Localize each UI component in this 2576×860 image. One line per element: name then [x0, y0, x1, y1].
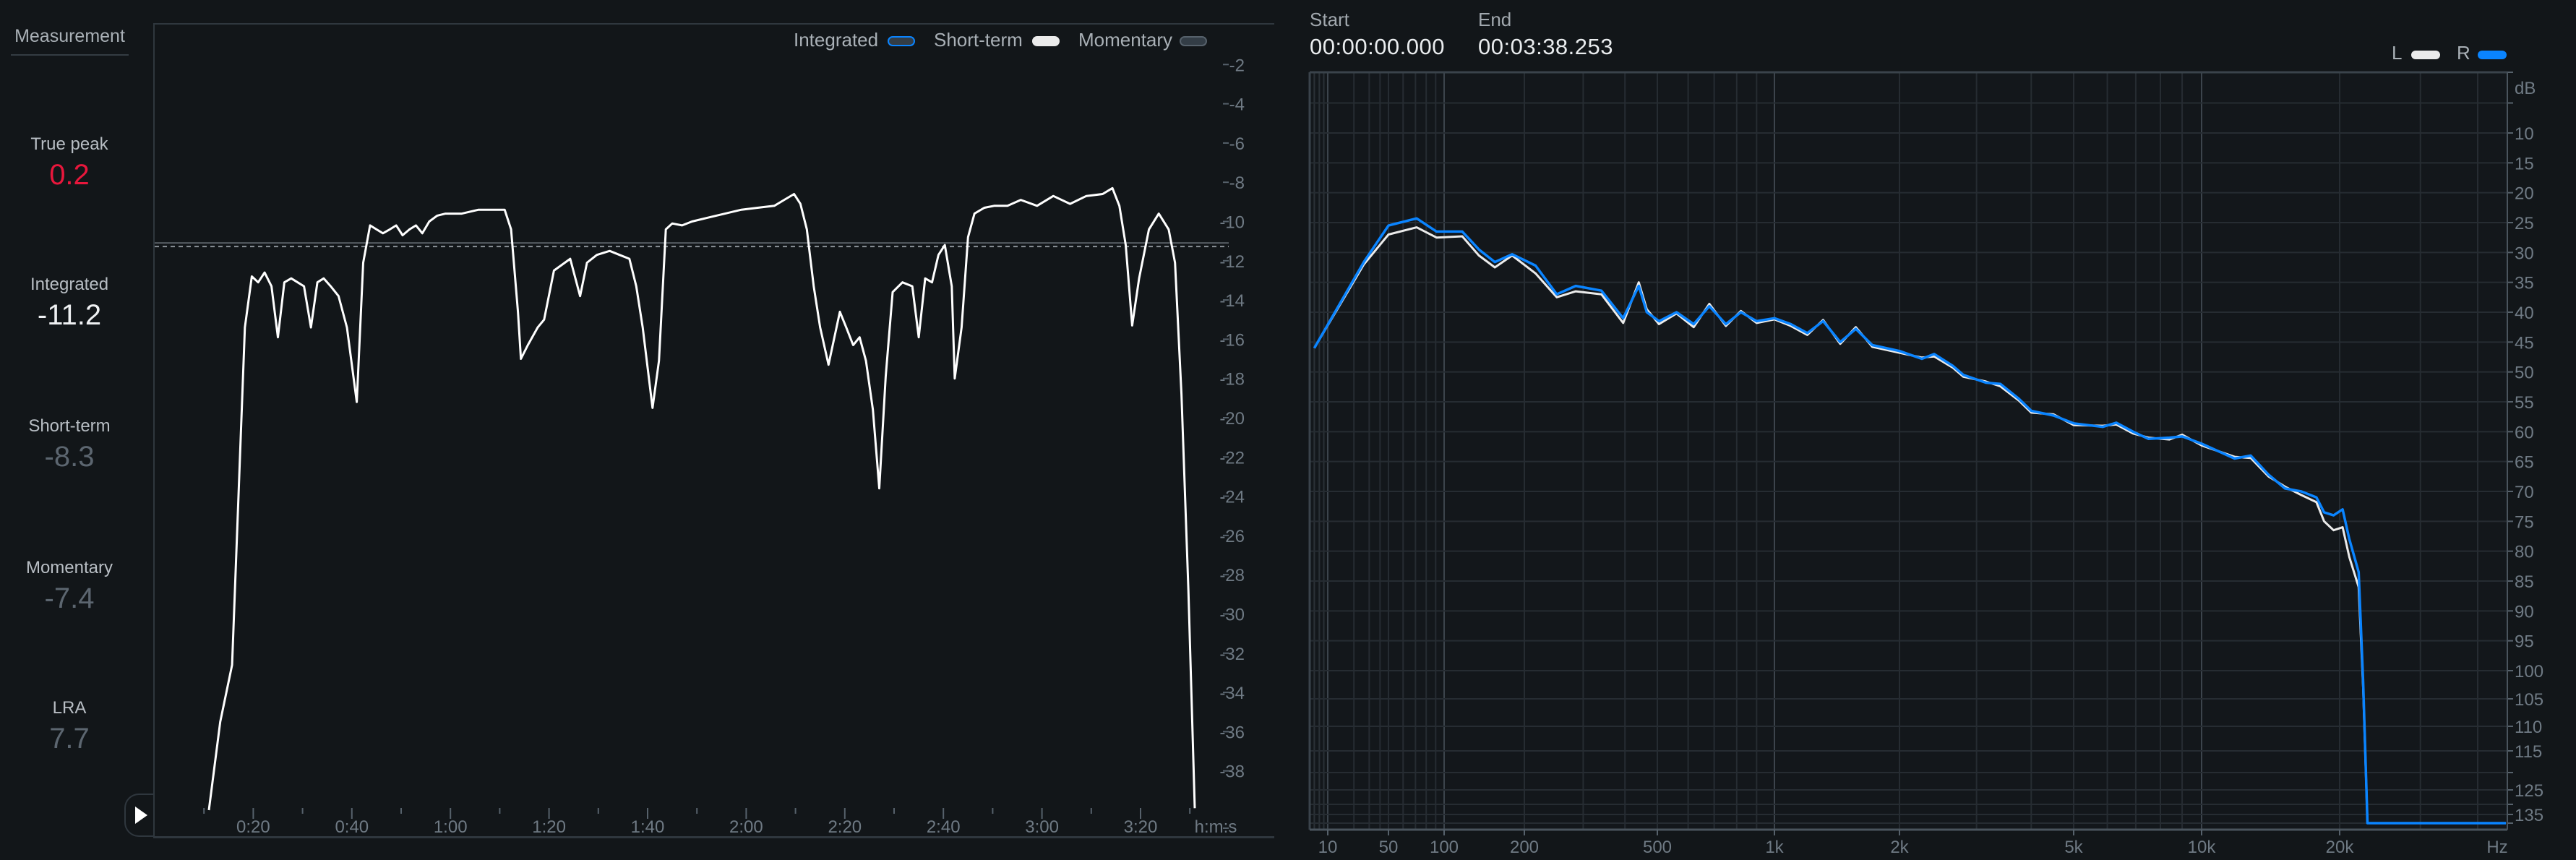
- y-tick-label: 105: [2515, 690, 2543, 710]
- x-tick-label: 10k: [2188, 838, 2217, 857]
- spectrum-chart: dB 10 15 20 25 30 35 40 45 50 55 60 65 70 75 80 85 90 95 10…: [1308, 71, 2543, 857]
- y-tick-label: 110: [2515, 718, 2542, 737]
- y-tick-label: 20: [2515, 184, 2534, 204]
- x-tick-label: 10: [1318, 838, 1338, 857]
- y-tick-label: 95: [2515, 632, 2534, 652]
- y-tick-label: 45: [2515, 333, 2534, 353]
- y-tick-label: 115: [2515, 742, 2542, 762]
- y-tick-label: 135: [2515, 806, 2543, 825]
- y-tick-label: 80: [2515, 543, 2534, 562]
- y-tick-label: 85: [2515, 572, 2534, 592]
- y-tick-label: 15: [2515, 154, 2534, 173]
- x-tick-label: 200: [1510, 838, 1539, 857]
- y-tick-label: 75: [2515, 512, 2534, 532]
- x-tick-label: 5k: [2064, 838, 2083, 857]
- y-tick-label: 70: [2515, 483, 2534, 502]
- y-tick-label: 100: [2515, 662, 2543, 681]
- x-axis-unit-label: Hz: [2486, 838, 2507, 857]
- y-tick-label: 65: [2515, 453, 2534, 473]
- spectrum-plot-background: [1310, 72, 2507, 830]
- x-tick-label: 2k: [1890, 838, 1909, 857]
- y-tick-label: 40: [2515, 304, 2534, 323]
- x-tick-label: 20k: [2326, 838, 2355, 857]
- y-tick-label: 55: [2515, 393, 2534, 413]
- x-tick-label: 100: [1430, 838, 1459, 857]
- y-tick-label: 25: [2515, 214, 2534, 233]
- y-tick-label: 30: [2515, 244, 2534, 263]
- x-tick-label: 50: [1379, 838, 1399, 857]
- x-tick-label: 1k: [1765, 838, 1784, 857]
- y-tick-label: 35: [2515, 274, 2534, 293]
- y-tick-label: 50: [2515, 364, 2534, 383]
- y-axis-unit-label: dB: [2515, 79, 2536, 98]
- y-tick-label: 125: [2515, 781, 2543, 801]
- x-tick-label: 500: [1643, 838, 1672, 857]
- y-tick-label: 90: [2515, 602, 2534, 622]
- y-tick-label: 60: [2515, 423, 2534, 442]
- y-tick-label: 10: [2515, 124, 2534, 144]
